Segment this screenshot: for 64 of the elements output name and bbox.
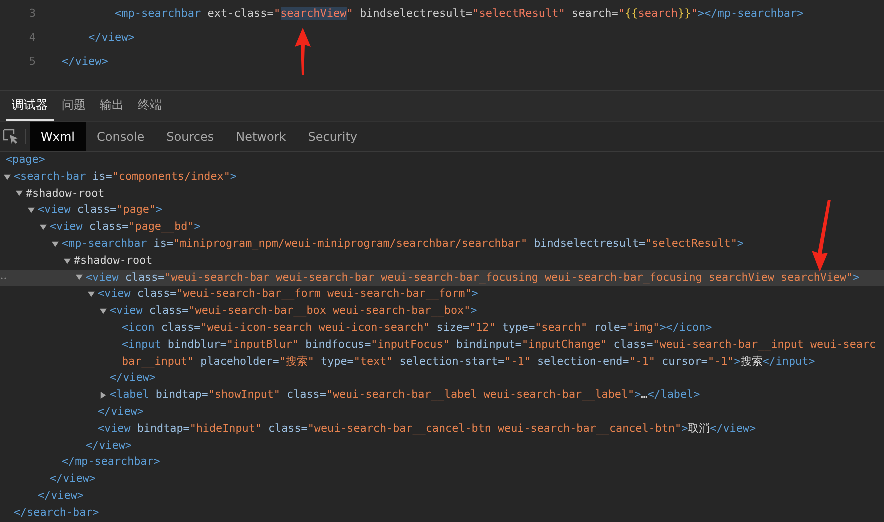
ellipsis-icon	[1, 276, 7, 280]
wxml-line: <view class="weui-search-bar__form weui-search-bar__form">	[98, 286, 478, 302]
wxml-line: <label bindtap="showInput" class="weui-search-bar__label weui-search-bar__label">…</label>	[110, 387, 700, 404]
expanded-triangle-icon[interactable]	[64, 258, 71, 265]
tree-row[interactable]: #shadow-root	[0, 186, 884, 202]
wxml-line: <input bindblur="inputBlur" bindfocus="inputFocus" bindinput="inputChange" class="weui-search-bar__input weui-searc	[122, 336, 876, 353]
tree-row[interactable]: <page>	[0, 152, 884, 169]
annotation-arrow	[295, 28, 311, 75]
tree-row[interactable]: <view class="weui-search-bar__form weui-search-bar__form">	[0, 286, 884, 304]
expanded-triangle-icon[interactable]	[76, 274, 83, 282]
panel-tab[interactable]: 问题	[56, 91, 92, 121]
wxml-line: <view class="page__bd">	[50, 219, 201, 236]
wxml-line: bar__input" placeholder="搜索" type="text" selection-start="-1" selection-end="-1" cursor="-1">搜索</input>	[122, 354, 816, 370]
wxml-line: <view bindtap="hideInput" class="weui-search-bar__cancel-btn weui-search-bar__cancel-btn">取消</view>	[98, 420, 756, 437]
tree-row[interactable]: <search-bar is="components/index">	[0, 168, 884, 186]
tree-row[interactable]: <view class="weui-search-bar weui-search-bar weui-search-bar_focusing weui-search-bar_focusing searchView searchView">	[0, 270, 884, 286]
expanded-triangle-icon[interactable]	[40, 224, 47, 232]
tree-row[interactable]: <mp-searchbar is="miniprogram_npm/weui-miniprogram/searchbar/searchbar" bindselectresult="selectResult">	[0, 236, 884, 253]
tree-row[interactable]: <view class="weui-search-bar__box weui-search-bar__box">	[0, 303, 884, 320]
wxml-line: <page>	[6, 152, 46, 168]
wxml-line: </view>	[50, 471, 96, 488]
expanded-triangle-icon[interactable]	[88, 291, 95, 298]
devtools-tab[interactable]: Security	[297, 122, 368, 151]
line-number: 5	[28, 54, 36, 70]
expanded-triangle-icon[interactable]	[28, 207, 35, 214]
code-line: </view>	[62, 54, 108, 70]
wxml-line: </view>	[86, 438, 132, 454]
code-line: <mp-searchbar ext-class="searchView" bindselectresult="selectResult" search="{{search}}"></mp-searchbar>	[114, 6, 804, 22]
wxml-line: #shadow-root	[26, 186, 105, 202]
devtools-tab[interactable]: Sources	[156, 122, 226, 151]
tree-row[interactable]: <view bindtap="hideInput" class="weui-search-bar__cancel-btn weui-search-bar__cancel-btn">取消</view>	[0, 420, 884, 438]
line-number: 3	[28, 6, 36, 22]
wxml-line: <view class="weui-search-bar__box weui-search-bar__box">	[110, 303, 478, 320]
panel-tab[interactable]: 终端	[132, 91, 168, 121]
wxml-line: </mp-searchbar>	[62, 454, 160, 470]
wxml-line: </view>	[110, 370, 156, 386]
panel-tab[interactable]: 输出	[94, 91, 130, 121]
tree-row[interactable]: <view class="page__bd">	[0, 219, 884, 236]
wxml-line: <view class="page">	[38, 202, 163, 218]
wxml-line: <search-bar is="components/index">	[14, 168, 237, 185]
wxml-line: </view>	[38, 488, 84, 504]
expanded-triangle-icon[interactable]	[4, 174, 11, 181]
wxml-line: <icon class="weui-icon-search weui-icon-search" size="12" type="search" role="img"></icon>	[122, 320, 712, 336]
expanded-triangle-icon[interactable]	[52, 240, 59, 248]
element-picker-icon[interactable]	[3, 128, 19, 144]
wxml-line: </search-bar>	[14, 504, 100, 521]
tree-row[interactable]: <label bindtap="showInput" class="weui-search-bar__label weui-search-bar__label">…</label>	[0, 387, 884, 404]
expanded-triangle-icon[interactable]	[16, 190, 23, 198]
devtools-tab[interactable]: Console	[86, 122, 156, 151]
annotation-arrow	[812, 200, 831, 272]
expanded-triangle-icon[interactable]	[100, 308, 107, 316]
devtools-tab[interactable]: Network	[225, 122, 298, 151]
code-line: </view>	[87, 30, 135, 46]
tree-row[interactable]: #shadow-root	[0, 252, 884, 270]
wxml-line: <view class="weui-search-bar weui-search-bar weui-search-bar_focusing weui-search-bar_focusing searchView searchView">	[86, 270, 860, 286]
wxml-line: </view>	[98, 404, 144, 420]
tree-row[interactable]: <input bindblur="inputBlur" bindfocus="inputFocus" bindinput="inputChange" class="weui-search-bar__input weui-searc	[0, 336, 884, 354]
collapsed-triangle-icon[interactable]	[100, 392, 107, 400]
wxml-line: <mp-searchbar is="miniprogram_npm/weui-miniprogram/searchbar/searchbar" bindselectresult="selectResult">	[62, 236, 744, 252]
tree-row[interactable]: <icon class="weui-icon-search weui-icon-search" size="12" type="search" role="img"></icon>	[0, 320, 884, 337]
devtools-tab[interactable]: Wxml	[30, 122, 86, 151]
line-number: 4	[28, 30, 36, 46]
wxml-line: #shadow-root	[74, 252, 153, 269]
tree-row[interactable]: <view class="page">	[0, 202, 884, 220]
